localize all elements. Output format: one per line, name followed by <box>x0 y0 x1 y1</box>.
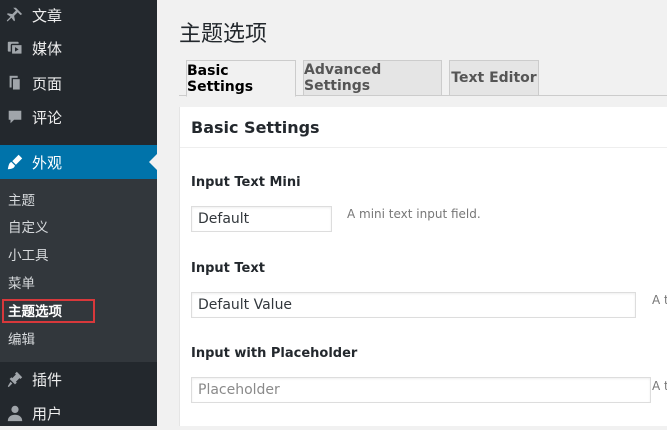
admin-sidebar: 文章 媒体 页面 评论 外观 主题 自定义 小工具 菜单 主题选项 编辑 插件 … <box>0 0 157 426</box>
input-placeholder-field[interactable] <box>191 377 651 403</box>
sidebar-item-label: 评论 <box>32 108 63 127</box>
field-label-input-with-placeholder: Input with Placeholder <box>191 346 358 361</box>
sidebar-item-media[interactable]: 媒体 <box>0 31 157 65</box>
sidebar-item-comments[interactable]: 评论 <box>0 100 157 134</box>
active-indicator <box>149 154 157 170</box>
field-description: A t <box>652 379 667 393</box>
sidebar-item-label: 媒体 <box>32 39 63 58</box>
sidebar-item-plugins[interactable]: 插件 <box>0 362 157 396</box>
tab-text-editor[interactable]: Text Editor <box>449 60 539 96</box>
page-icon <box>6 74 24 92</box>
appearance-submenu: 主题 自定义 小工具 菜单 主题选项 编辑 <box>0 179 157 362</box>
comment-icon <box>6 108 24 126</box>
sidebar-item-pages[interactable]: 页面 <box>0 66 157 100</box>
sidebar-item-posts[interactable]: 文章 <box>0 0 157 30</box>
panel-header: Basic Settings <box>180 107 667 148</box>
submenu-item-customize[interactable]: 自定义 <box>8 217 49 239</box>
panel-title: Basic Settings <box>191 118 320 137</box>
sidebar-item-label: 插件 <box>32 370 63 389</box>
highlight-box <box>2 299 95 323</box>
tab-advanced-settings[interactable]: Advanced Settings <box>303 60 442 96</box>
sidebar-item-label: 文章 <box>32 6 63 25</box>
input-text-field[interactable] <box>191 292 636 318</box>
settings-panel: Basic Settings Input Text Mini A mini te… <box>179 107 667 426</box>
tab-basic-settings[interactable]: Basic Settings <box>186 60 296 97</box>
field-description: A t <box>652 293 667 307</box>
submenu-item-editor[interactable]: 编辑 <box>8 329 35 351</box>
submenu-item-widgets[interactable]: 小工具 <box>8 245 49 267</box>
field-label-input-text-mini: Input Text Mini <box>191 175 301 190</box>
submenu-item-themes[interactable]: 主题 <box>8 190 35 212</box>
sidebar-item-label: 用户 <box>32 404 63 423</box>
page-title: 主题选项 <box>179 22 268 47</box>
submenu-item-menus[interactable]: 菜单 <box>8 273 35 295</box>
user-icon <box>6 404 24 422</box>
field-description: A mini text input field. <box>347 207 481 221</box>
media-icon <box>6 39 24 57</box>
sidebar-item-users[interactable]: 用户 <box>0 396 157 430</box>
sidebar-item-appearance[interactable]: 外观 <box>0 145 157 179</box>
sidebar-item-label: 外观 <box>32 153 63 172</box>
brush-icon <box>6 153 24 171</box>
input-text-mini-field[interactable] <box>191 206 332 232</box>
pin-icon <box>6 6 24 24</box>
sidebar-item-label: 页面 <box>32 74 63 93</box>
plugin-icon <box>6 370 24 388</box>
field-label-input-text: Input Text <box>191 261 265 276</box>
